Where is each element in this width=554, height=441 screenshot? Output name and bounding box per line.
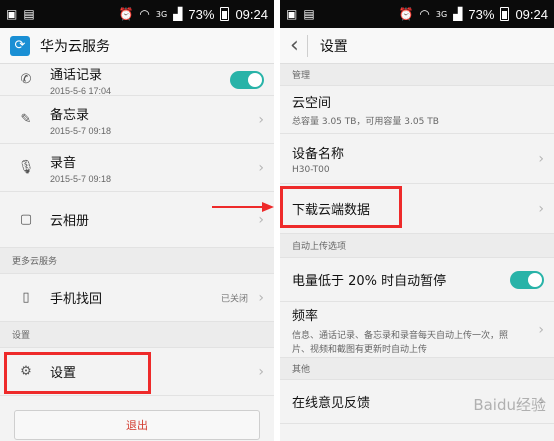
right-screen: ▣ ▤ ⏰ ◠ 3G ▟ 73% 09:24 ‹ 设置 管理 云空间 总容量 3… [280,0,554,441]
chevron-right-icon: › [538,150,544,167]
cloud-space-capacity: 总容量 3.05 TB，可用容量 3.05 TB [292,117,439,127]
recording-title: 录音 [50,155,77,171]
list-item-download-cloud-data[interactable]: 下载云端数据 › [280,184,554,234]
list-item-memo[interactable]: ✎ 备忘录 2015-5-7 09:18 › [0,96,274,144]
wifi-icon: ◠ [139,7,150,21]
page-title: 设置 [319,38,348,55]
section-header-other: 其他 [280,358,554,380]
logout-container: 退出 [0,396,274,441]
chevron-right-icon: › [258,363,264,380]
memo-date: 2015-5-7 09:18 [50,125,112,136]
status-bar: ▣ ▤ ⏰ ◠ 3G ▟ 73% 09:24 [280,0,554,28]
app-bar: ‹ 设置 [280,28,554,64]
phone-find-icon: ▯ [22,290,30,305]
list-item-call-log[interactable]: ✆ 通话记录 2015-5-6 17:04 [0,64,274,96]
app-title: 华为云服务 [40,38,110,55]
gear-icon: ⚙ [20,364,32,379]
list-item-find-phone[interactable]: ▯ 手机找回 已关闭 › [0,274,274,322]
notification-image-icon: ▣ [6,7,18,21]
chevron-right-icon: › [538,321,544,338]
settings-title: 设置 [50,366,77,381]
battery-percent: 73% [468,6,495,22]
notification-doc-icon: ▤ [23,7,35,21]
list-item-cloud-space[interactable]: 云空间 总容量 3.05 TB，可用容量 3.05 TB [280,86,554,134]
network-type: 3G [435,9,448,19]
list-item-gallery[interactable]: ▢ 云相册 › [0,192,274,248]
chevron-right-icon: › [258,211,264,228]
list-item-frequency[interactable]: 频率 信息、通话记录、备忘录和录音每天自动上传一次，照 片、视频和截图有更新时自… [280,302,554,358]
notification-doc-icon: ▤ [303,7,315,21]
list-item-battery-pause[interactable]: 电量低于 20% 时自动暂停 [280,258,554,302]
recording-date: 2015-5-7 09:18 [50,173,112,184]
battery-pause-toggle[interactable] [510,270,544,289]
phone-icon: ✆ [20,72,32,87]
microphone-icon: 🎙 [17,160,35,175]
battery-icon [500,7,510,21]
status-bar: ▣ ▤ ⏰ ◠ 3G ▟ 73% 09:24 [0,0,274,28]
wifi-icon: ◠ [419,7,430,21]
section-header-settings: 设置 [0,322,274,348]
frequency-desc-line1: 信息、通话记录、备忘录和录音每天自动上传一次，照 [292,330,509,341]
watermark: Baidu经验 [473,396,546,414]
section-header-auto-upload: 自动上传选项 [280,234,554,258]
section-header-more: 更多云服务 [0,248,274,274]
call-log-toggle[interactable] [230,70,264,89]
battery-icon [220,7,230,21]
network-type: 3G [155,9,168,19]
cloud-space-title: 云空间 [292,96,332,111]
alarm-icon: ⏰ [398,7,414,21]
chevron-right-icon: › [258,111,264,128]
arrow-icon [212,202,274,212]
signal-icon: ▟ [453,7,463,21]
frequency-title: 频率 [292,308,319,324]
backup-list: ✆ 通话记录 2015-5-6 17:04 ✎ 备忘录 2015-5-7 09:… [0,64,274,441]
clock: 09:24 [235,6,268,22]
chevron-right-icon: › [258,159,264,176]
appbar-divider [306,34,308,57]
section-header-manage: 管理 [280,64,554,86]
cloud-sync-icon: ⟳ [10,35,30,56]
list-item-recording[interactable]: 🎙 录音 2015-5-7 09:18 › [0,144,274,192]
clock: 09:24 [515,6,548,22]
gallery-title: 云相册 [50,214,90,229]
memo-icon: ✎ [20,112,32,127]
device-name-title: 设备名称 [292,146,345,162]
settings-list: 管理 云空间 总容量 3.05 TB，可用容量 3.05 TB 设备名称 H30… [280,64,554,424]
signal-icon: ▟ [173,7,183,21]
alarm-icon: ⏰ [118,7,134,21]
frequency-desc-line2: 片、视频和截图有更新时自动上传 [292,344,428,355]
chevron-right-icon: › [538,200,544,217]
device-name-value: H30-T00 [292,164,330,175]
list-item-device-name[interactable]: 设备名称 H30-T00 › [280,134,554,184]
logout-button[interactable]: 退出 [14,410,260,440]
gallery-icon: ▢ [19,212,33,227]
chevron-right-icon: › [258,289,264,306]
list-item-settings[interactable]: ⚙ 设置 › [0,348,274,396]
back-arrow-icon[interactable]: ‹ [290,34,299,57]
download-title: 下载云端数据 [292,203,371,218]
left-screen: ▣ ▤ ⏰ ◠ 3G ▟ 73% 09:24 ⟳ 华为云服务 ✆ 通话记录 20… [0,0,274,441]
find-phone-status: 已关闭 [220,294,248,304]
battery-percent: 73% [188,6,215,22]
notification-image-icon: ▣ [286,7,298,21]
memo-title: 备忘录 [50,107,90,123]
app-bar: ⟳ 华为云服务 [0,28,274,64]
